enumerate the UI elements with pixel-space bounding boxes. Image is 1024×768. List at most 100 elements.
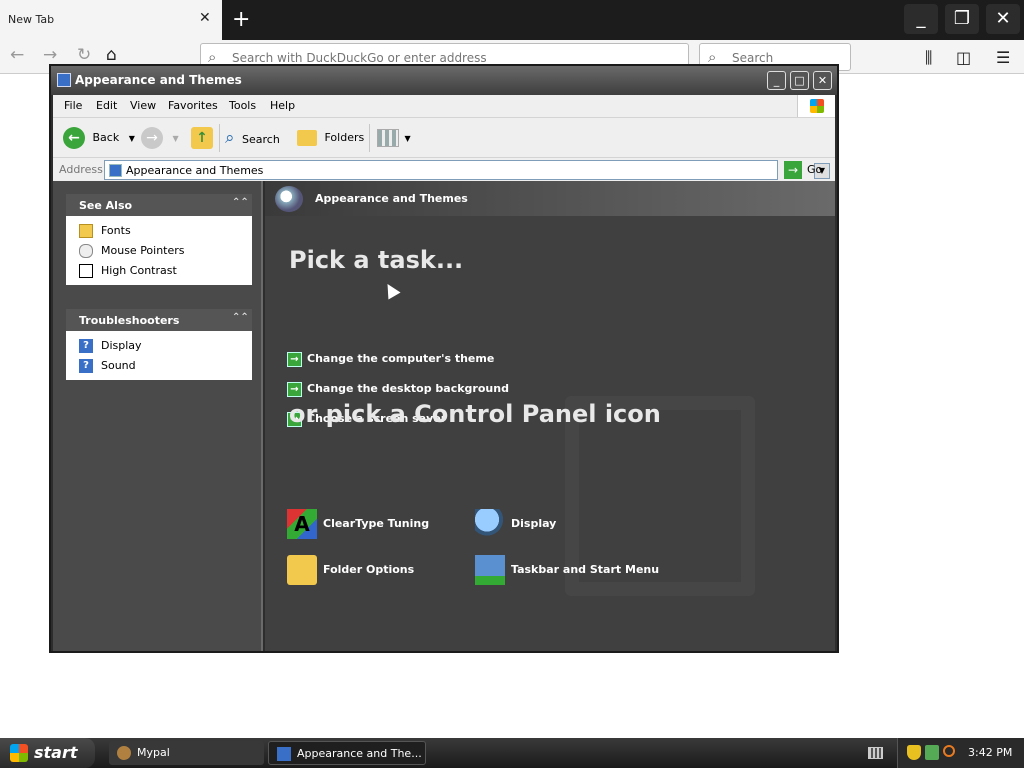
troubleshooters-header[interactable]: Troubleshooters ⌃⌃ (66, 309, 252, 331)
address-bar: Address Appearance and Themes ▼ → Go (53, 157, 835, 181)
sidebar-icon[interactable]: ◫ (956, 48, 976, 68)
cp-label: Taskbar and Start Menu (511, 563, 660, 576)
cp-cleartype-tuning[interactable]: A ClearType Tuning (287, 508, 429, 540)
close-button[interactable]: ✕ (813, 71, 832, 90)
fonts-folder-icon (79, 224, 93, 238)
folders-label: Folders (324, 131, 365, 144)
control-panel-icon (277, 747, 291, 761)
task-label: Change the desktop background (307, 382, 509, 395)
see-also-mouse-pointers[interactable]: Mouse Pointers (66, 241, 252, 261)
cp-taskbar-start-menu[interactable]: Taskbar and Start Menu (475, 554, 659, 586)
start-button[interactable]: start (0, 738, 95, 768)
views-button[interactable]: ▼ (377, 126, 411, 150)
task-change-background[interactable]: → Change the desktop background (287, 381, 509, 397)
see-also-fonts[interactable]: Fonts (66, 221, 252, 241)
chevron-down-icon[interactable]: ▼ (129, 134, 135, 143)
see-also-list: Fonts Mouse Pointers High Contrast (66, 216, 252, 285)
search-label: Search (242, 133, 280, 146)
address-field[interactable]: Appearance and Themes ▼ (104, 160, 830, 180)
chevron-down-icon[interactable]: ▼ (405, 134, 411, 143)
forward-arrow-icon: → (141, 127, 163, 149)
menu-bar: File Edit View Favorites Tools Help (53, 95, 835, 117)
close-tab-icon[interactable]: ✕ (199, 10, 215, 28)
pick-task-heading: Pick a task... (289, 246, 464, 274)
folders-icon (297, 130, 317, 146)
hamburger-menu-icon[interactable]: ☰ (996, 48, 1016, 68)
browser-tab-title: New Tab (8, 13, 55, 26)
views-icon (377, 129, 399, 147)
troubleshooter-display[interactable]: ? Display (66, 336, 252, 356)
mypal-icon (117, 746, 131, 760)
display-icon (475, 509, 505, 539)
up-folder-button[interactable]: ↑ (191, 126, 213, 150)
troubleshooter-sound[interactable]: ? Sound (66, 356, 252, 376)
window-maximize-button[interactable]: ❐ (945, 4, 979, 34)
see-also-header[interactable]: See Also ⌃⌃ (66, 194, 252, 216)
window-titlebar[interactable]: Appearance and Themes _ □ ✕ (51, 66, 837, 95)
see-also-high-contrast[interactable]: High Contrast (66, 261, 252, 281)
collapse-icon[interactable]: ⌃⌃ (232, 197, 249, 208)
search-icon: ⌕ (225, 128, 235, 148)
menu-file[interactable]: File (64, 99, 82, 112)
keyboard-icon[interactable] (868, 747, 883, 759)
taskbar-button-mypal[interactable]: Mypal (109, 741, 264, 765)
see-also-label: High Contrast (101, 264, 177, 277)
up-folder-icon: ↑ (191, 127, 213, 149)
folders-button[interactable]: Folders (297, 126, 364, 150)
browser-search-input[interactable] (732, 51, 842, 65)
see-also-title: See Also (79, 199, 133, 212)
window-close-button[interactable]: ✕ (986, 4, 1020, 34)
windows-logo (797, 95, 835, 117)
see-also-label: Mouse Pointers (101, 244, 185, 257)
library-icon[interactable]: ⫼ (925, 48, 945, 68)
control-panel-icon (57, 73, 71, 87)
appearance-themes-window: Appearance and Themes _ □ ✕ File Edit Vi… (49, 64, 839, 653)
cp-label: Display (511, 517, 557, 530)
menu-view[interactable]: View (130, 99, 156, 112)
troubleshooters-panel: Troubleshooters ⌃⌃ ? Display ? Sound (66, 309, 252, 380)
toolbar: ← Back ▼ → ▼ ↑ ⌕ Search Folders ▼ (53, 117, 835, 157)
category-title: Appearance and Themes (315, 192, 468, 205)
search-button[interactable]: ⌕ Search (225, 126, 280, 150)
toolbar-divider (369, 124, 370, 152)
main-content: Appearance and Themes Pick a task... → Ch… (265, 181, 835, 651)
menu-help[interactable]: Help (270, 99, 295, 112)
windows-flag-icon (10, 744, 28, 762)
go-button[interactable]: → Go (784, 160, 822, 180)
cp-label: ClearType Tuning (323, 517, 430, 530)
menu-edit[interactable]: Edit (96, 99, 117, 112)
search-icon[interactable] (943, 745, 955, 757)
collapse-icon[interactable]: ⌃⌃ (232, 312, 249, 323)
menu-favorites[interactable]: Favorites (168, 99, 218, 112)
window-title: Appearance and Themes (75, 73, 242, 87)
url-input[interactable] (232, 51, 672, 65)
go-label: Go (807, 163, 823, 176)
toolbar-divider (219, 124, 220, 152)
cleartype-icon: A (287, 509, 317, 539)
troubleshooters-list: ? Display ? Sound (66, 331, 252, 380)
clock: 3:42 PM (968, 746, 1013, 759)
task-label: Change the computer's theme (307, 352, 495, 365)
window-minimize-button[interactable]: _ (904, 4, 938, 34)
browser-tab[interactable]: New Tab ✕ (0, 0, 222, 40)
cp-display[interactable]: Display (475, 508, 556, 540)
back-arrow-icon[interactable]: ← (10, 45, 32, 69)
minimize-button[interactable]: _ (767, 71, 786, 90)
forward-button[interactable]: → ▼ (141, 126, 179, 150)
pick-icon-heading: or pick a Control Panel icon (289, 400, 661, 428)
taskbar-button-label: Mypal (137, 746, 170, 759)
menu-tools[interactable]: Tools (229, 99, 256, 112)
new-tab-icon[interactable]: + (232, 7, 252, 33)
back-button[interactable]: ← Back ▼ (63, 126, 135, 150)
taskbar-button-appearance[interactable]: Appearance and The... (268, 741, 426, 765)
chevron-down-icon[interactable]: ▼ (173, 134, 179, 143)
back-arrow-icon: ← (63, 127, 85, 149)
maximize-button[interactable]: □ (790, 71, 809, 90)
folder-options-icon (287, 555, 317, 585)
task-change-theme[interactable]: → Change the computer's theme (287, 351, 494, 367)
task-pane: See Also ⌃⌃ Fonts Mouse Pointers High Co… (53, 181, 263, 651)
security-shield-icon[interactable] (907, 745, 921, 760)
troubleshooters-title: Troubleshooters (79, 314, 180, 327)
cp-folder-options[interactable]: Folder Options (287, 554, 414, 586)
network-icon[interactable] (925, 745, 939, 760)
